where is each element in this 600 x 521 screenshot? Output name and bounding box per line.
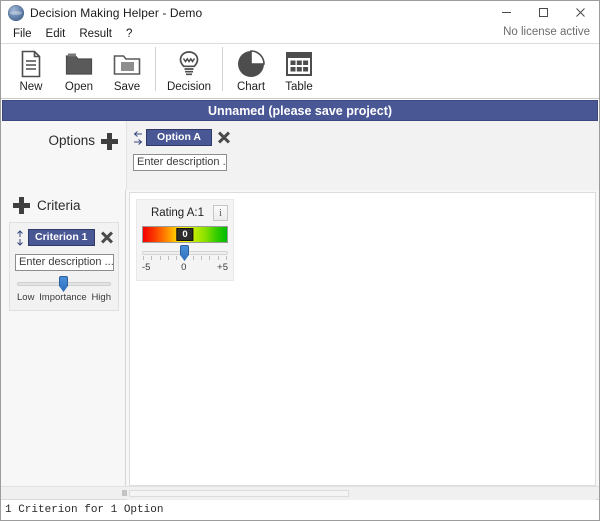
rating-slider-labels: -5 0 +5 xyxy=(142,262,228,273)
rating-slider-track[interactable] xyxy=(142,245,228,261)
toolbar-separator-2 xyxy=(222,47,223,91)
maximize-icon[interactable] xyxy=(525,1,562,24)
importance-low-label: Low xyxy=(17,292,35,303)
scrollbar-thumb[interactable] xyxy=(129,489,349,497)
criteria-header: Criteria xyxy=(1,190,125,220)
new-button-label: New xyxy=(19,81,43,93)
menu-bar: File Edit Result ? No license active xyxy=(1,24,599,43)
main-row: Criteria Criterion 1 Enter description .… xyxy=(1,190,599,486)
criterion-move-arrows[interactable] xyxy=(15,229,25,246)
criteria-header-label: Criteria xyxy=(37,198,81,213)
criterion-name-badge[interactable]: Criterion 1 xyxy=(28,229,95,246)
options-header: Options xyxy=(1,121,126,190)
save-button-label: Save xyxy=(113,81,141,93)
rating-max-label: +5 xyxy=(217,262,228,273)
menu-item-file[interactable]: File xyxy=(6,27,39,41)
arrow-up-icon[interactable] xyxy=(15,229,25,238)
option-card: Option A Enter description ... xyxy=(133,129,231,171)
rating-info-icon[interactable]: i xyxy=(213,205,228,221)
save-button[interactable]: Save xyxy=(103,44,151,98)
criterion-card: Criterion 1 Enter description ... Low Im… xyxy=(9,222,119,311)
remove-criterion-icon[interactable] xyxy=(99,230,114,245)
horizontal-scrollbar[interactable] xyxy=(1,486,599,500)
table-button[interactable]: Table xyxy=(275,44,323,98)
importance-slider-track[interactable] xyxy=(17,276,111,292)
rating-header: Rating A:1 i xyxy=(142,205,228,221)
option-header: Option A xyxy=(133,129,231,146)
options-strip: Option A Enter description ... xyxy=(126,121,599,190)
menu-item-edit[interactable]: Edit xyxy=(39,27,73,41)
rating-slider[interactable]: -5 0 +5 xyxy=(142,245,228,273)
rating-card: Rating A:1 i 0 -5 0 +5 xyxy=(136,199,234,281)
importance-slider-labels: Low Importance High xyxy=(17,292,111,303)
pie-chart-icon xyxy=(236,48,266,80)
arrow-left-icon[interactable] xyxy=(133,130,143,138)
license-status: No license active xyxy=(503,26,590,38)
project-title-banner: Unnamed (please save project) xyxy=(2,100,598,121)
globe-icon xyxy=(8,4,24,21)
options-header-label: Options xyxy=(48,133,95,148)
window-controls xyxy=(488,1,599,24)
add-option-button[interactable] xyxy=(101,133,118,150)
importance-center-label: Importance xyxy=(39,292,87,303)
criterion-description-input[interactable]: Enter description ... xyxy=(15,254,114,271)
add-criterion-button[interactable] xyxy=(13,197,30,214)
criterion-header: Criterion 1 xyxy=(15,229,113,246)
toolbar-separator-1 xyxy=(155,47,156,91)
table-button-label: Table xyxy=(285,81,313,93)
menu-item-result[interactable]: Result xyxy=(72,27,119,41)
ratings-panel: Rating A:1 i 0 -5 0 +5 xyxy=(129,192,596,486)
scrollbar-gutter[interactable] xyxy=(122,486,596,500)
rating-title: Rating A:1 xyxy=(150,207,205,219)
importance-slider-thumb[interactable] xyxy=(59,276,68,292)
option-move-arrows[interactable] xyxy=(133,130,143,146)
new-button[interactable]: New xyxy=(7,44,55,98)
chart-button-label: Chart xyxy=(236,81,266,93)
option-name-badge[interactable]: Option A xyxy=(146,129,212,146)
importance-high-label: High xyxy=(91,292,111,303)
workspace: Options Option A Enter description ... C… xyxy=(1,121,599,500)
status-text: 1 Criterion for 1 Option xyxy=(5,504,164,516)
toolbar: New Open Save Decision Chart Table xyxy=(1,43,599,99)
option-description-input[interactable]: Enter description ... xyxy=(133,154,227,171)
minimize-icon[interactable] xyxy=(488,1,525,24)
options-row: Options Option A Enter description ... xyxy=(1,121,599,190)
title-bar: Decision Making Helper - Demo xyxy=(1,1,599,24)
open-button-label: Open xyxy=(64,81,94,93)
folder-save-icon xyxy=(112,48,142,80)
decision-button[interactable]: Decision xyxy=(160,44,218,98)
scrollbar-corner xyxy=(122,489,127,496)
importance-slider[interactable]: Low Importance High xyxy=(15,276,113,303)
application-window: Decision Making Helper - Demo File Edit … xyxy=(0,0,600,521)
arrow-right-icon[interactable] xyxy=(133,138,143,146)
rating-min-label: -5 xyxy=(142,262,151,273)
menu-item-help[interactable]: ? xyxy=(119,27,139,41)
remove-option-icon[interactable] xyxy=(216,130,231,145)
window-title: Decision Making Helper - Demo xyxy=(30,5,203,20)
lightbulb-icon xyxy=(175,48,203,80)
decision-button-label: Decision xyxy=(166,81,212,93)
open-button[interactable]: Open xyxy=(55,44,103,98)
folder-open-icon xyxy=(64,48,94,80)
rating-gradient-bar: 0 xyxy=(142,226,228,243)
rating-value-display: 0 xyxy=(176,228,194,241)
close-icon[interactable] xyxy=(562,1,599,24)
rating-mid-label: 0 xyxy=(181,262,187,273)
arrow-down-icon[interactable] xyxy=(15,238,25,246)
chart-button[interactable]: Chart xyxy=(227,44,275,98)
document-icon xyxy=(18,48,44,80)
table-grid-icon xyxy=(284,48,314,80)
status-bar: 1 Criterion for 1 Option xyxy=(1,499,599,520)
criteria-panel: Criteria Criterion 1 Enter description .… xyxy=(1,190,126,486)
